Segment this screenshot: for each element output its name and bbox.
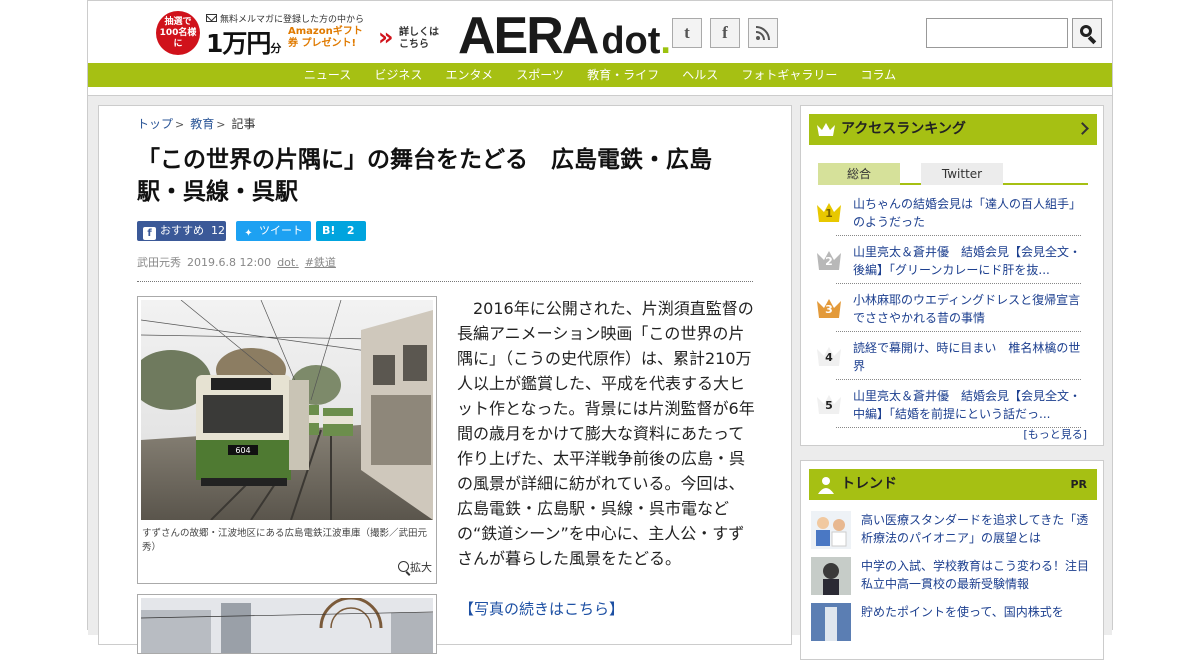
promo-amount: 1万円分: [206, 29, 281, 58]
ranking-header[interactable]: アクセスランキング: [809, 114, 1097, 145]
article-byline: 武田元秀 2019.6.8 12:00 dot. #鉄道: [137, 254, 336, 270]
double-chevron-icon: »: [378, 23, 393, 51]
trend-item[interactable]: 高い医療スタンダードを追求してきた「透析療法のパイオニア」の展望とは: [811, 511, 1091, 551]
site-logo[interactable]: AERA dot.: [458, 6, 671, 65]
twitter-bird-icon: ✦: [244, 228, 253, 239]
breadcrumb-education[interactable]: 教育: [190, 117, 214, 131]
promo-more: 詳しくは こちら: [399, 27, 439, 50]
access-ranking: アクセスランキング 総合 Twitter 1 山ちゃんの結婚会見は「達人の百人組…: [800, 105, 1104, 446]
ranking-item-title: 小林麻耶のウエディングドレスと復帰宣言でささやかれる昔の事情: [853, 293, 1081, 325]
page-frame: 抽選で 100名様に 無料メルマガに登録した方の中から 1万円分 Amazonギ…: [87, 0, 1113, 660]
chevron-right-icon: >: [216, 118, 226, 131]
ranking-item-title: 山里亮太＆蒼井優 結婚会見【会見全文・後編】「グリーンカレーにド肝を抜...: [853, 245, 1082, 277]
more-photos-link[interactable]: 【写真の続きはこちら】: [459, 598, 624, 619]
tag-railway[interactable]: #鉄道: [305, 256, 336, 269]
trend-thumbnail: [811, 557, 851, 595]
nav-item-photo-gallery[interactable]: フォトギャラリー: [741, 63, 837, 87]
publish-date: 2019.6.8 12:00: [187, 256, 272, 269]
tweet-button[interactable]: ✦ ツイート: [236, 221, 311, 241]
ranking-item[interactable]: 4 読経で幕開け、時に目まい 椎名林檎の世界: [817, 332, 1081, 380]
twitter-icon[interactable]: t: [672, 18, 702, 48]
trend-thumbnail: [811, 511, 851, 549]
tab-twitter[interactable]: Twitter: [921, 163, 1003, 185]
facebook-icon: f: [143, 227, 156, 240]
trend-item-title: 中学の入試、学校教育はこう変わる！注目私立中高一貫校の最新受験情報: [861, 559, 1090, 591]
article-title: 「この世界の片隅に」の舞台をたどる 広島電鉄・広島駅・呉線・呉駅: [137, 147, 712, 205]
trend-header: トレンド PR: [809, 469, 1097, 500]
trend-item-title: 貯めたポイントを使って、国内株式を: [861, 605, 1064, 619]
trend-title: トレンド: [841, 476, 897, 492]
article-main: トップ > 教育 > 記事 「この世界の片隅に」の舞台をたどる 広島電鉄・広島駅・呉線・…: [98, 105, 792, 654]
ranking-tabs: 総合 Twitter: [818, 161, 1088, 185]
promo-badge: 抽選で 100名様に: [156, 11, 200, 55]
rank-crown-gold-icon: 1: [816, 200, 842, 224]
ranking-item[interactable]: 5 山里亮太＆蒼井優 結婚会見【会見全文・中編】「結婚を前提にという話だっ...: [817, 380, 1081, 428]
ranking-title: アクセスランキング: [841, 121, 966, 137]
chevron-right-icon: >: [175, 118, 185, 131]
breadcrumb-current: 記事: [231, 117, 256, 131]
rank-crown-plain-icon: 4: [816, 344, 842, 368]
tab-overall[interactable]: 総合: [818, 163, 900, 185]
nav-item-health[interactable]: ヘルス: [682, 63, 718, 87]
nav-item-business[interactable]: ビジネス: [374, 63, 422, 87]
crown-icon: [817, 123, 835, 136]
nav-item-column[interactable]: コラム: [860, 63, 896, 87]
mail-icon: [206, 14, 217, 22]
promo-gift: Amazonギフト券 プレゼント!: [288, 26, 363, 49]
person-icon: [818, 477, 834, 494]
rss-icon[interactable]: [748, 18, 778, 48]
article-figure: 604 すずさんの故郷・江波地区にある広島電鉄江波車庫（撮影／武田元秀） 拡大: [137, 296, 437, 584]
logo-dot: dot.: [601, 20, 671, 62]
nav-item-news[interactable]: ニュース: [304, 63, 351, 87]
tram-depot-photo[interactable]: 604: [141, 300, 433, 520]
ranking-item-title: 読経で幕開け、時に目まい 椎名林檎の世界: [853, 341, 1081, 373]
trend-item-title: 高い医療スタンダードを追求してきた「透析療法のパイオニア」の展望とは: [861, 513, 1089, 545]
tag-dot[interactable]: dot.: [277, 256, 299, 269]
nav-item-sports[interactable]: スポーツ: [516, 63, 564, 87]
trend-thumbnail: [811, 603, 851, 641]
author: 武田元秀: [137, 256, 181, 269]
facebook-share-button[interactable]: f おすすめ 12: [137, 221, 226, 241]
newsletter-promo-banner[interactable]: 抽選で 100名様に 無料メルマガに登録した方の中から 1万円分 Amazonギ…: [156, 11, 446, 58]
pr-label: PR: [1070, 478, 1087, 491]
rank-crown-bronze-icon: 3: [816, 296, 842, 320]
breadcrumb: トップ > 教育 > 記事: [137, 115, 255, 132]
chevron-right-icon: [1076, 122, 1089, 135]
rank-crown-plain-icon: 5: [816, 392, 842, 416]
nav-item-entertainment[interactable]: エンタメ: [446, 63, 494, 87]
rank-crown-silver-icon: 2: [816, 248, 842, 272]
site-header: 抽選で 100名様に 無料メルマガに登録した方の中から 1万円分 Amazonギ…: [88, 0, 1112, 65]
ranking-more-link[interactable]: [もっと見る]: [1023, 426, 1087, 442]
search-input[interactable]: [926, 18, 1068, 48]
zoom-icon: [398, 561, 409, 572]
breadcrumb-top[interactable]: トップ: [137, 117, 173, 131]
search-icon-handle: [1087, 35, 1097, 45]
trend-item[interactable]: 中学の入試、学校教育はこう変わる！注目私立中高一貫校の最新受験情報: [811, 557, 1091, 597]
ranking-item[interactable]: 2 山里亮太＆蒼井優 結婚会見【会見全文・後編】「グリーンカレーにド肝を抜...: [817, 236, 1081, 284]
logo-aera: AERA: [458, 7, 599, 65]
zoom-button[interactable]: 拡大: [398, 559, 432, 575]
ranking-item[interactable]: 1 山ちゃんの結婚会見は「達人の百人組手」のようだった: [817, 188, 1081, 236]
article-body: 2016年に公開された、片渕須直監督の長編アニメーション映画「この世界の片隅に」…: [457, 299, 755, 568]
nav-item-education[interactable]: 教育・ライフ: [587, 63, 659, 87]
ranking-item[interactable]: 3 小林麻耶のウエディングドレスと復帰宣言でささやかれる昔の事情: [817, 284, 1081, 332]
content-area: トップ > 教育 > 記事 「この世界の片隅に」の舞台をたどる 広島電鉄・広島駅・呉線・…: [88, 95, 1112, 660]
ranking-item-title: 山ちゃんの結婚会見は「達人の百人組手」のようだった: [853, 197, 1082, 229]
main-nav: ニュース ビジネス エンタメ スポーツ 教育・ライフ ヘルス フォトギャラリー …: [88, 63, 1112, 87]
hatena-bookmark-button[interactable]: B! 2: [316, 221, 366, 241]
ranking-item-title: 山里亮太＆蒼井優 結婚会見【会見全文・中編】「結婚を前提にという話だっ...: [853, 389, 1082, 421]
photo-caption: すずさんの故郷・江波地区にある広島電鉄江波車庫（撮影／武田元秀）: [142, 528, 428, 553]
trend-box: トレンド PR 高い医療スタンダードを追求してきた「透析療法のパイオニア」の展望…: [800, 460, 1104, 660]
tram-number: 604: [235, 446, 250, 455]
facebook-icon[interactable]: f: [710, 18, 740, 48]
article-figure-2: [137, 594, 437, 654]
search-button[interactable]: [1072, 18, 1102, 48]
trend-item[interactable]: 貯めたポイントを使って、国内株式を: [811, 603, 1091, 643]
station-photo[interactable]: [141, 598, 433, 653]
divider: [137, 281, 753, 282]
